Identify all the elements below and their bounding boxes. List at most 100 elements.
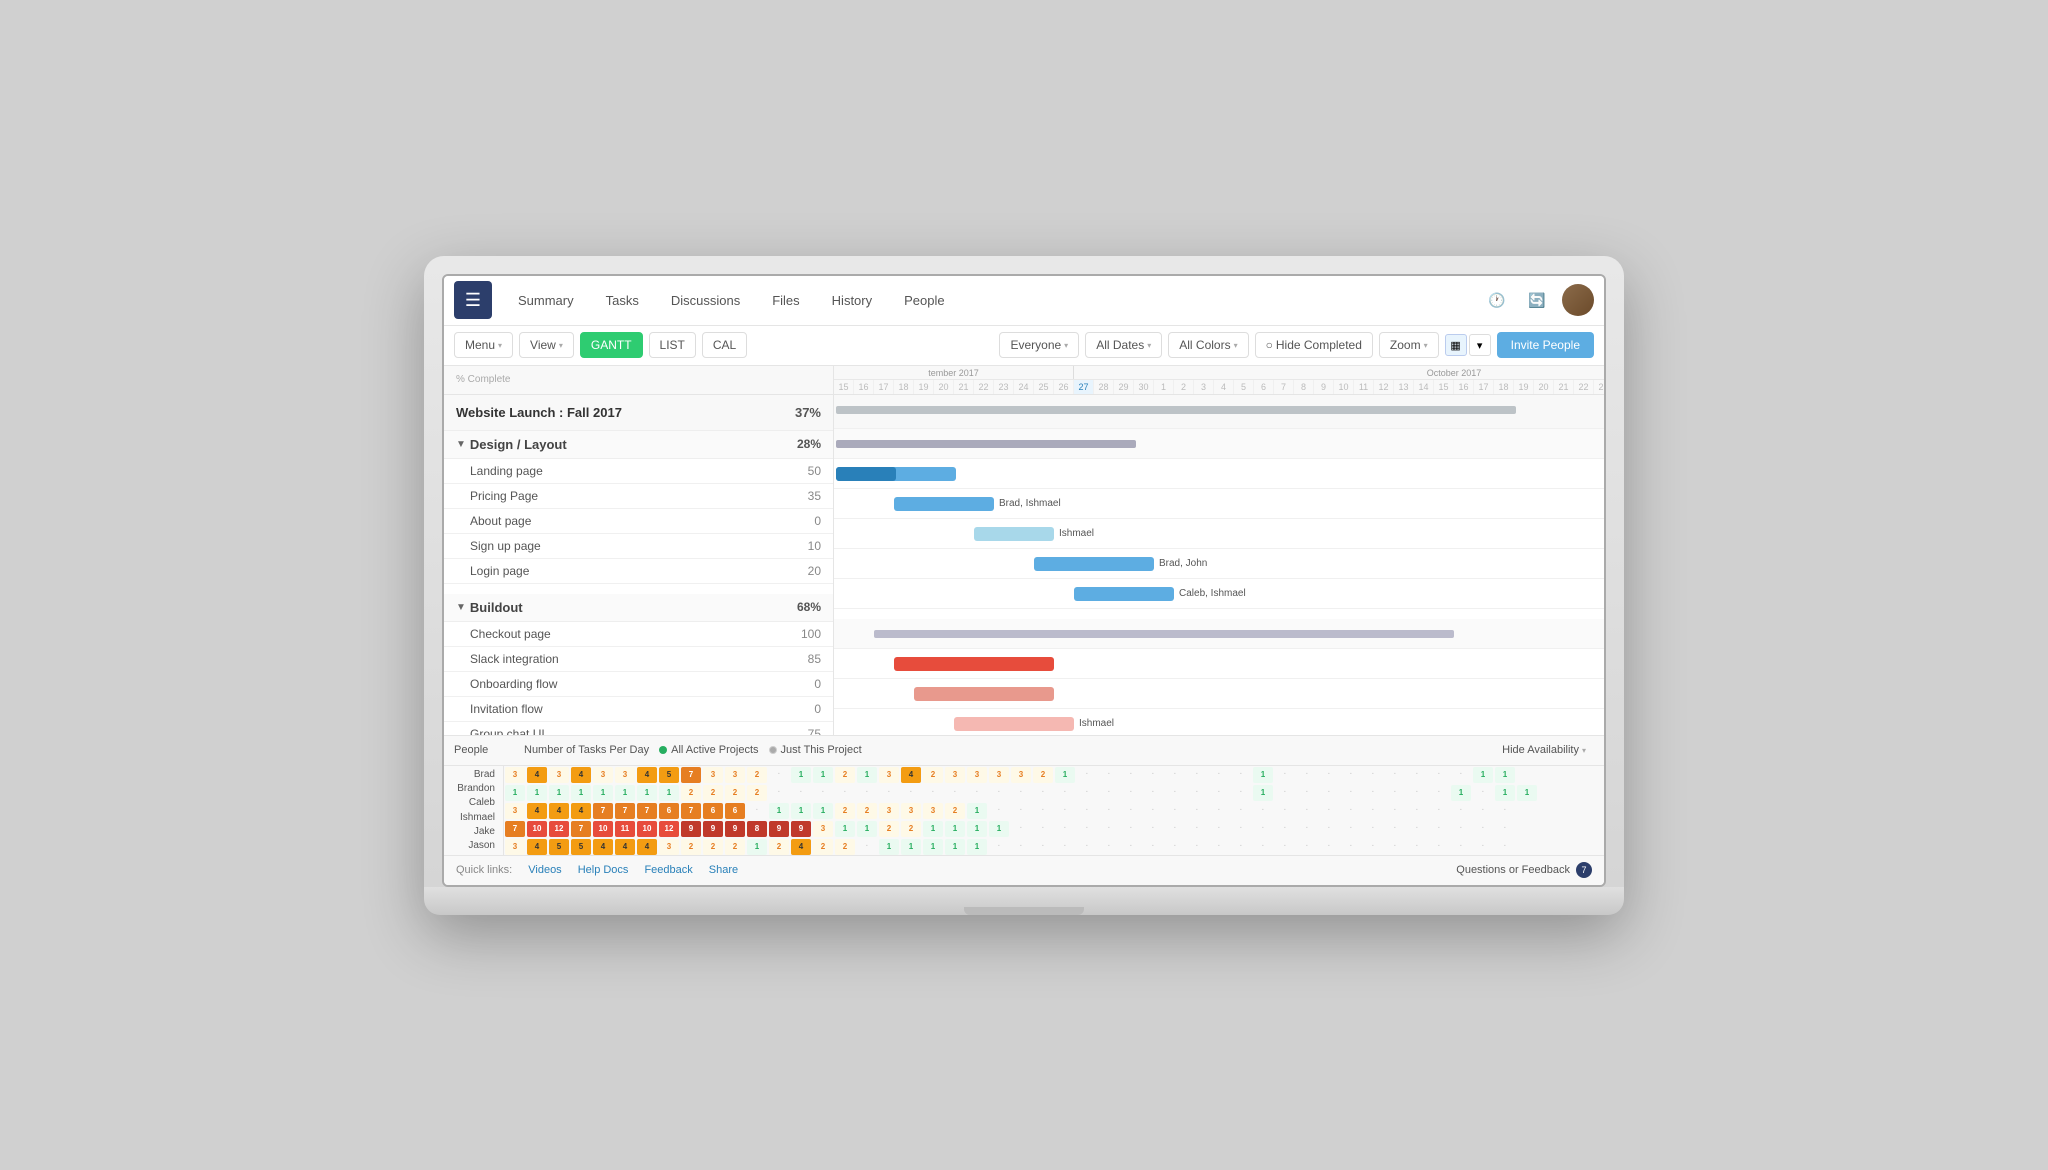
videos-link[interactable]: Videos (528, 864, 561, 876)
section-buildout[interactable]: ▼ Buildout 68% (444, 594, 833, 622)
section-name-design: Design / Layout (470, 437, 771, 452)
signup-label: Brad, John (1159, 558, 1207, 569)
section-pct-design: 28% (771, 437, 821, 451)
top-nav: ☰ Summary Tasks Discussions Files Histor… (444, 276, 1604, 326)
toolbar: Menu ▾ View ▾ GANTT LIST CAL Everyone ▾ … (444, 326, 1604, 366)
task-invitation[interactable]: Invitation flow 0 (444, 697, 833, 722)
badge-number: 7 (1576, 862, 1592, 878)
view-toggle-2[interactable]: ▾ (1469, 334, 1491, 356)
footer: Quick links: Videos Help Docs Feedback S… (444, 855, 1604, 885)
task-about-page[interactable]: About page 0 (444, 509, 833, 534)
gantt-date-header: tember 2017 October 2017 151617181920212… (834, 366, 1606, 394)
project-pct: 37% (771, 405, 821, 420)
tab-summary[interactable]: Summary (504, 285, 588, 316)
just-project-label: Just This Project (781, 744, 862, 756)
task-group-chat[interactable]: Group chat UI 75 (444, 722, 833, 735)
about-label: Ishmael (1059, 528, 1094, 539)
task-login-page[interactable]: Login page 20 (444, 559, 833, 584)
tab-tasks[interactable]: Tasks (592, 285, 653, 316)
just-project-dot (769, 746, 777, 754)
nav-logo[interactable]: ☰ (454, 281, 492, 319)
hide-availability-button[interactable]: Hide Availability ▾ (1494, 741, 1594, 759)
tab-history[interactable]: History (818, 285, 886, 316)
gantt-signup: Brad, John (834, 549, 1604, 579)
cal-button[interactable]: CAL (702, 332, 747, 358)
zoom-button[interactable]: Zoom ▾ (1379, 332, 1439, 358)
hide-completed-button[interactable]: ○ Hide Completed (1255, 332, 1373, 358)
invite-people-button[interactable]: Invite People (1497, 332, 1594, 358)
quick-links-label: Quick links: (456, 864, 512, 876)
hamburger-icon: ☰ (465, 290, 481, 311)
task-panel: Website Launch : Fall 2017 37% ▼ Design … (444, 395, 834, 735)
tab-files[interactable]: Files (758, 285, 813, 316)
share-link[interactable]: Share (709, 864, 738, 876)
checkout-bar[interactable] (894, 657, 1054, 671)
person-brandon: Brandon (452, 783, 495, 794)
project-bar (836, 406, 1516, 414)
design-section-bar (836, 440, 1136, 448)
onboarding-label: Ishmael (1079, 718, 1114, 729)
spacer-1 (444, 584, 833, 594)
people-label: People (454, 744, 514, 756)
view-toggle-1[interactable]: ▦ (1445, 334, 1467, 356)
gantt-onboarding: Ishmael (834, 709, 1604, 735)
people-grid: Brad Brandon Caleb Ishmael Jake Jason 34… (444, 766, 1604, 855)
nav-right: 🕐 🔄 (1482, 284, 1594, 316)
tab-people[interactable]: People (890, 285, 958, 316)
gantt-button[interactable]: GANTT (580, 332, 643, 358)
gantt-project-row (834, 395, 1604, 429)
task-pricing-page[interactable]: Pricing Page 35 (444, 484, 833, 509)
day-numbers: 1516171819202122232425262728293012345678… (834, 380, 1606, 394)
slack-bar[interactable] (914, 687, 1054, 701)
help-docs-link[interactable]: Help Docs (578, 864, 629, 876)
all-active-item: All Active Projects (659, 744, 758, 756)
task-landing-page[interactable]: Landing page 50 (444, 459, 833, 484)
view-button[interactable]: View ▾ (519, 332, 574, 358)
onboarding-bar[interactable] (954, 717, 1074, 731)
task-signup-page[interactable]: Sign up page 10 (444, 534, 833, 559)
task-onboarding[interactable]: Onboarding flow 0 (444, 672, 833, 697)
person-ishmael: Ishmael (452, 812, 495, 823)
all-dates-button[interactable]: All Dates ▾ (1085, 332, 1162, 358)
people-names: Brad Brandon Caleb Ishmael Jake Jason (444, 766, 504, 855)
gantt-checkout (834, 649, 1604, 679)
pricing-bar[interactable] (894, 497, 994, 511)
gantt-about: Ishmael (834, 519, 1604, 549)
laptop-screen: ☰ Summary Tasks Discussions Files Histor… (442, 274, 1606, 887)
feedback-link[interactable]: Feedback (644, 864, 692, 876)
section-toggle-design[interactable]: ▼ (456, 439, 466, 450)
task-checkout[interactable]: Checkout page 100 (444, 622, 833, 647)
all-active-dot (659, 746, 667, 754)
feedback-badge[interactable]: Questions or Feedback 7 (1456, 862, 1592, 878)
everyone-button[interactable]: Everyone ▾ (999, 332, 1079, 358)
signup-bar[interactable] (1034, 557, 1154, 571)
about-bar[interactable] (974, 527, 1054, 541)
month-labels: tember 2017 October 2017 (834, 366, 1606, 380)
landing-progress-bar[interactable] (836, 467, 896, 481)
buildout-section-bar (874, 630, 1454, 638)
gantt-landing (834, 459, 1604, 489)
history-icon-btn[interactable]: 🔄 (1522, 285, 1552, 315)
user-avatar[interactable] (1562, 284, 1594, 316)
laptop-base (424, 887, 1624, 915)
task-slack[interactable]: Slack integration 85 (444, 647, 833, 672)
section-design-layout[interactable]: ▼ Design / Layout 28% (444, 431, 833, 459)
section-toggle-buildout[interactable]: ▼ (456, 602, 466, 613)
gantt-inner: Brad, Ishmael Ishmael Brad, John (834, 395, 1604, 735)
gantt-section-buildout (834, 619, 1604, 649)
person-caleb: Caleb (452, 797, 495, 808)
tab-discussions[interactable]: Discussions (657, 285, 754, 316)
all-colors-button[interactable]: All Colors ▾ (1168, 332, 1248, 358)
clock-icon-btn[interactable]: 🕐 (1482, 285, 1512, 315)
list-button[interactable]: LIST (649, 332, 696, 358)
gantt-chart[interactable]: Brad, Ishmael Ishmael Brad, John (834, 395, 1604, 735)
oct-label: October 2017 (1074, 366, 1606, 379)
menu-button[interactable]: Menu ▾ (454, 332, 513, 358)
project-title: Website Launch : Fall 2017 (456, 405, 771, 420)
main-area: Website Launch : Fall 2017 37% ▼ Design … (444, 395, 1604, 735)
all-active-label: All Active Projects (671, 744, 758, 756)
pricing-label: Brad, Ishmael (999, 498, 1061, 509)
person-brad: Brad (452, 769, 495, 780)
laptop-outer: ☰ Summary Tasks Discussions Files Histor… (424, 256, 1624, 915)
login-bar[interactable] (1074, 587, 1174, 601)
